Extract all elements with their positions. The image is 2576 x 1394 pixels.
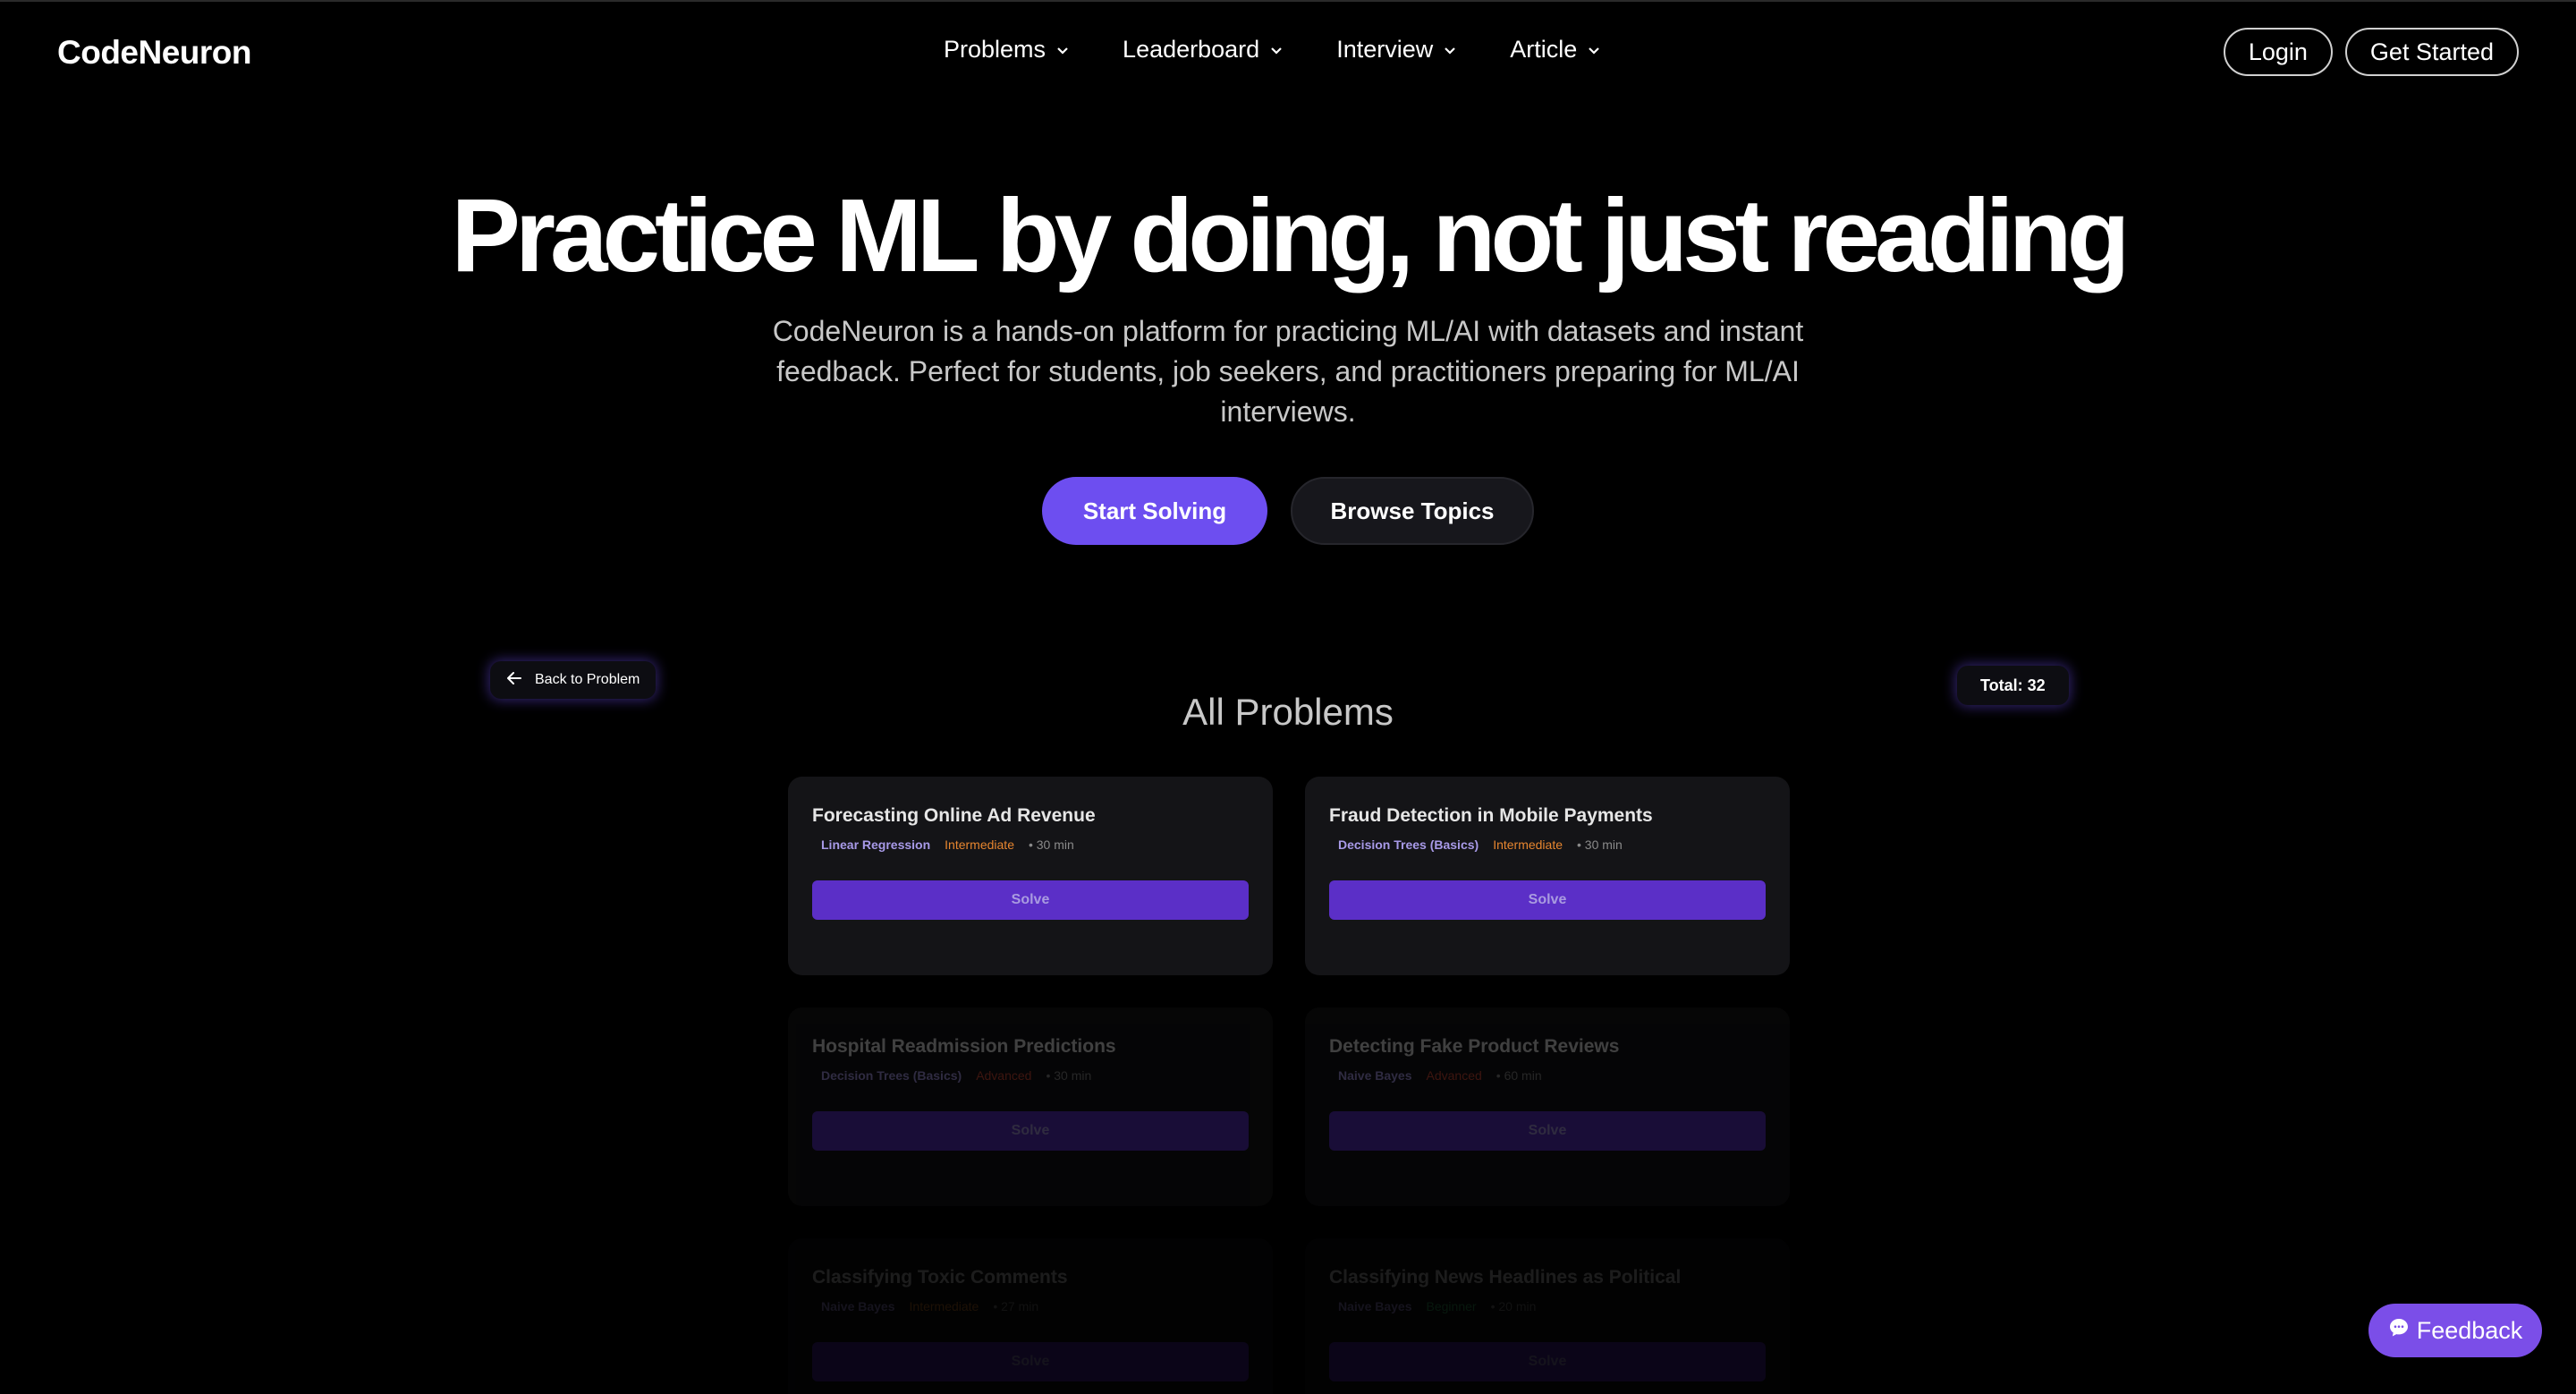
level-tag: Intermediate — [1493, 837, 1563, 852]
problem-card[interactable]: Fraud Detection in Mobile Payments Decis… — [1305, 777, 1790, 975]
problem-title: Fraud Detection in Mobile Payments — [1329, 805, 1653, 826]
hero-subtitle: CodeNeuron is a hands-on platform for pr… — [772, 315, 1804, 428]
problem-meta: Decision Trees (Basics) Intermediate • 3… — [1329, 837, 1766, 852]
level-tag: Advanced — [976, 1068, 1032, 1083]
problem-meta: Naive Bayes Intermediate • 27 min — [812, 1299, 1249, 1313]
topic-tag: Naive Bayes — [821, 1299, 895, 1313]
problem-card[interactable]: Detecting Fake Product Reviews Naive Bay… — [1305, 1007, 1790, 1206]
problem-meta: Naive Bayes Beginner • 20 min — [1329, 1299, 1766, 1313]
problem-card[interactable]: Forecasting Online Ad Revenue Linear Reg… — [788, 777, 1273, 975]
nav-item-label: Interview — [1336, 36, 1434, 63]
topic-tag: Naive Bayes — [1338, 1299, 1412, 1313]
level-tag: Beginner — [1426, 1299, 1477, 1313]
chevron-down-icon — [1444, 47, 1456, 55]
problem-title: Classifying News Headlines as Political — [1329, 1267, 1682, 1288]
topic-tag: Decision Trees (Basics) — [821, 1068, 962, 1083]
nav-item-label: Article — [1510, 36, 1578, 63]
top-border — [0, 0, 2576, 2]
problem-meta: Naive Bayes Advanced • 60 min — [1329, 1068, 1766, 1083]
page: CodeNeuron Problems Leaderboard Intervie… — [0, 0, 2576, 1394]
nav-item-article[interactable]: Article — [1510, 36, 1600, 64]
nav-item-label: Leaderboard — [1123, 36, 1260, 63]
feedback-label: Feedback — [2416, 1316, 2523, 1344]
main-nav: Problems Leaderboard Interview Article — [944, 36, 1654, 64]
feedback-button[interactable]: Feedback — [2368, 1304, 2542, 1357]
level-tag: Intermediate — [945, 837, 1014, 852]
time-estimate: • 30 min — [1577, 837, 1623, 852]
start-solving-button[interactable]: Start Solving — [1042, 477, 1267, 545]
solve-button[interactable]: Solve — [1329, 1111, 1766, 1151]
logo[interactable]: CodeNeuron — [57, 34, 252, 72]
problem-title: Forecasting Online Ad Revenue — [812, 805, 1096, 826]
problem-meta: Linear Regression Intermediate • 30 min — [812, 837, 1249, 852]
time-estimate: • 30 min — [1028, 837, 1074, 852]
topic-tag: Linear Regression — [821, 837, 931, 852]
solve-button[interactable]: Solve — [812, 1342, 1249, 1381]
hero-title: Practice ML by doing, not just reading — [451, 177, 2131, 293]
solve-button[interactable]: Solve — [1329, 880, 1766, 920]
solve-button[interactable]: Solve — [812, 880, 1249, 920]
hero-actions: Start Solving Browse Topics — [0, 477, 2576, 545]
nav-item-problems[interactable]: Problems — [944, 36, 1069, 64]
time-estimate: • 27 min — [993, 1299, 1039, 1313]
back-label: Back to Problem — [535, 672, 640, 687]
arrow-left-icon — [506, 671, 522, 690]
time-estimate: • 60 min — [1496, 1068, 1542, 1083]
nav-item-interview[interactable]: Interview — [1336, 36, 1456, 64]
auth-buttons: Login Get Started — [2223, 28, 2519, 76]
time-estimate: • 30 min — [1046, 1068, 1092, 1083]
nav-item-leaderboard[interactable]: Leaderboard — [1123, 36, 1283, 64]
problem-title: Classifying Toxic Comments — [812, 1267, 1068, 1288]
browse-topics-button[interactable]: Browse Topics — [1291, 477, 1534, 545]
get-started-button[interactable]: Get Started — [2344, 28, 2519, 76]
solve-button[interactable]: Solve — [1329, 1342, 1766, 1381]
problem-card[interactable]: Classifying Toxic Comments Naive Bayes I… — [788, 1238, 1273, 1394]
level-tag: Advanced — [1426, 1068, 1482, 1083]
topic-tag: Naive Bayes — [1338, 1068, 1412, 1083]
level-tag: Intermediate — [909, 1299, 979, 1313]
problem-meta: Decision Trees (Basics) Advanced • 30 mi… — [812, 1068, 1249, 1083]
nav-item-label: Problems — [944, 36, 1046, 63]
chevron-down-icon — [1270, 47, 1283, 55]
chat-bubble-icon — [2388, 1317, 2410, 1345]
problem-card[interactable]: Hospital Readmission Predictions Decisio… — [788, 1007, 1273, 1206]
time-estimate: • 20 min — [1490, 1299, 1537, 1313]
solve-button[interactable]: Solve — [812, 1111, 1249, 1151]
section-title: All Problems — [1182, 691, 1394, 733]
login-button[interactable]: Login — [2223, 28, 2333, 76]
problem-card[interactable]: Classifying News Headlines as Political … — [1305, 1238, 1790, 1394]
problem-title: Detecting Fake Product Reviews — [1329, 1036, 1620, 1057]
chevron-down-icon — [1588, 47, 1600, 55]
chevron-down-icon — [1056, 47, 1069, 55]
problem-title: Hospital Readmission Predictions — [812, 1036, 1116, 1057]
topic-tag: Decision Trees (Basics) — [1338, 837, 1479, 852]
